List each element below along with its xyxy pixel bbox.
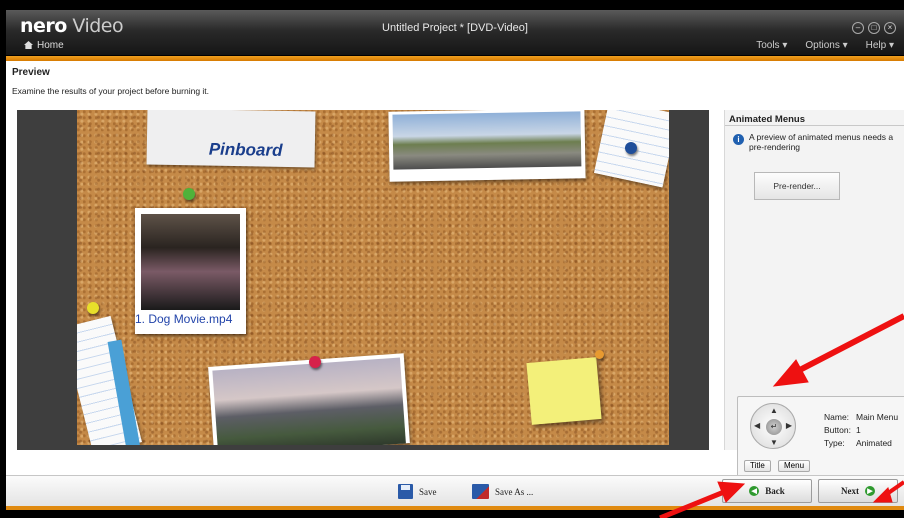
animated-menus-panel: Animated Menus i A preview of animated m… (724, 110, 904, 498)
minimize-icon[interactable]: – (852, 22, 864, 34)
preview-area: Pinboard 1. Dog Movie.mp4 (17, 110, 709, 450)
next-button[interactable]: Next ▶ (818, 479, 898, 503)
blue-pin-icon (625, 142, 637, 154)
right-arrow-icon[interactable]: ▶ (786, 421, 792, 430)
up-arrow-icon[interactable]: ▲ (770, 406, 778, 415)
back-arrow-icon: ◀ (749, 486, 760, 496)
menu-tools[interactable]: Tools ▾ (756, 40, 787, 51)
pinboard-title-note: Pinboard (146, 110, 316, 168)
home-icon (24, 41, 33, 49)
orange-pin-icon (595, 350, 604, 359)
panel-title: Animated Menus (729, 114, 806, 125)
yellow-pin-icon (87, 302, 99, 314)
menu-options[interactable]: Options ▾ (805, 40, 847, 51)
dog-movie-label[interactable]: 1. Dog Movie.mp4 (135, 312, 232, 326)
pinboard-title: Pinboard (208, 139, 283, 160)
back-button[interactable]: ◀ Back (722, 479, 812, 503)
left-arrow-icon[interactable]: ◀ (754, 421, 760, 430)
landscape-photo-bottom (208, 353, 410, 445)
main-content: Preview Examine the results of your proj… (6, 61, 904, 498)
info-icon: i (733, 134, 744, 145)
save-as-icon (472, 484, 489, 499)
window-controls: – □ × (852, 22, 896, 34)
menu-name-value: Main Menu (856, 412, 899, 422)
maximize-icon[interactable]: □ (868, 22, 880, 34)
accent-strip-bottom (6, 506, 904, 510)
landscape-photo-top (388, 110, 586, 182)
button-number-value: 1 (856, 425, 861, 435)
bottom-toolbar: Save Save As ... ◀ Back Next ▶ (6, 475, 904, 506)
menu-type-value: Animated (856, 438, 892, 448)
page-title: Preview (12, 67, 50, 78)
title-button[interactable]: Title (744, 460, 771, 472)
green-pin-icon (183, 188, 195, 200)
dog-movie-thumbnail (141, 214, 240, 310)
prerender-button[interactable]: Pre-render... (754, 172, 840, 200)
menu-help[interactable]: Help ▾ (866, 40, 894, 51)
menu-bar: Tools ▾ Options ▾ Help ▾ (756, 40, 894, 51)
info-text: A preview of animated menus needs a pre-… (749, 132, 894, 152)
pinboard-menu-preview: Pinboard 1. Dog Movie.mp4 (77, 110, 669, 445)
save-button[interactable]: Save (398, 478, 437, 505)
title-bar: nero Video Untitled Project * [DVD-Video… (6, 10, 904, 56)
home-link[interactable]: Home (24, 40, 64, 51)
navigation-dpad[interactable]: ▲ ▼ ◀ ▶ ↵ (750, 403, 796, 449)
page-description: Examine the results of your project befo… (12, 86, 210, 96)
sticky-note (526, 357, 602, 425)
window-title: Untitled Project * [DVD-Video] (382, 22, 528, 34)
menu-button[interactable]: Menu (778, 460, 811, 472)
red-pin-icon (309, 356, 321, 368)
save-icon (398, 484, 413, 499)
next-arrow-icon: ▶ (865, 486, 875, 496)
down-arrow-icon[interactable]: ▼ (770, 438, 778, 447)
menu-info: Name: Main Menu Button: 1 Type: Animated (824, 412, 899, 448)
close-icon[interactable]: × (884, 22, 896, 34)
enter-icon[interactable]: ↵ (766, 419, 782, 435)
save-as-button[interactable]: Save As ... (472, 478, 533, 505)
